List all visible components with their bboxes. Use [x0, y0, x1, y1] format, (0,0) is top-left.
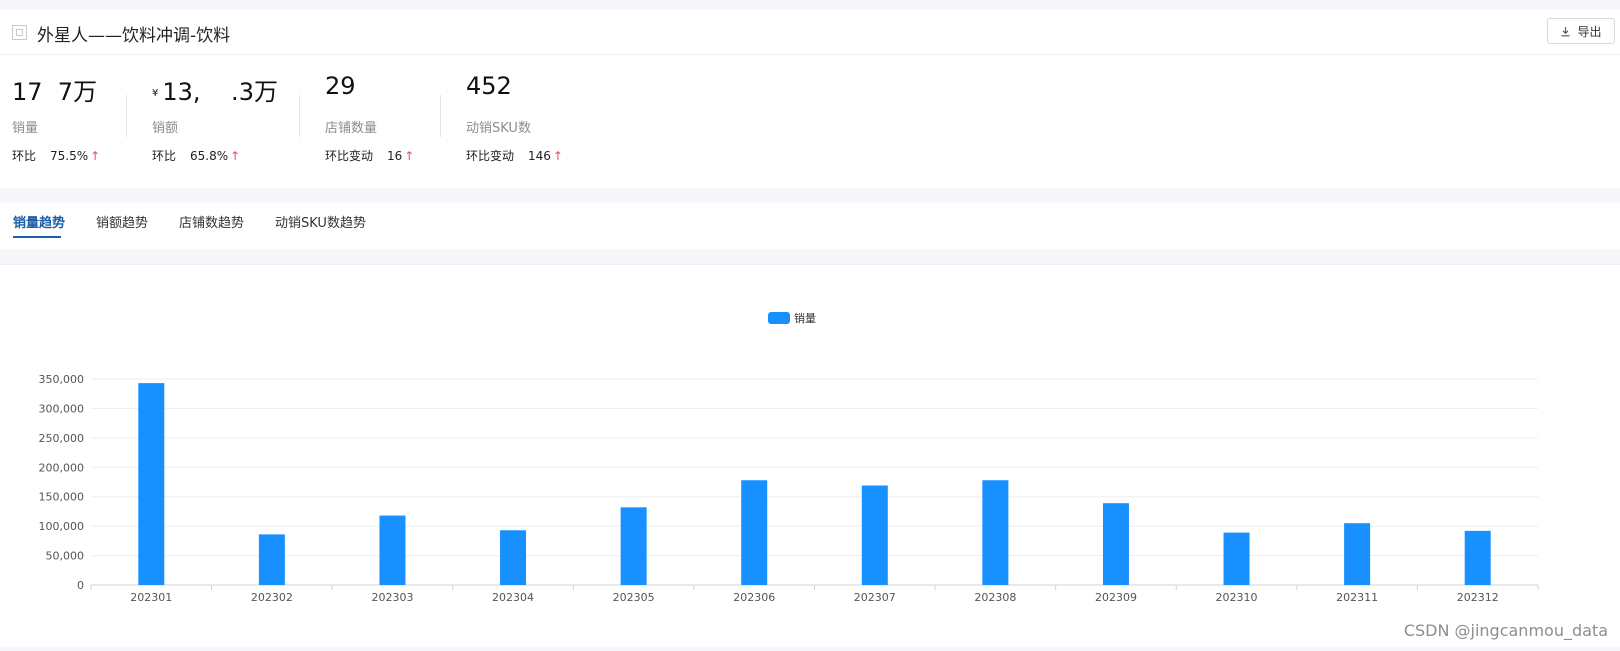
y-tick-label: 0 — [77, 579, 84, 592]
metric-change: 环比变动 16 ↑ — [325, 149, 415, 163]
arrow-up-icon: ↑ — [404, 149, 415, 163]
x-tick-label: 202302 — [251, 591, 293, 604]
sales-volume-bar-chart: 0 50,000 100,000 150,000 200,000 250,000 300,0… — [39, 311, 1539, 604]
watermark: CSDN @jingcanmou_data — [1403, 621, 1608, 640]
divider — [299, 95, 300, 137]
divider — [440, 95, 441, 137]
export-button[interactable]: 导出 — [1547, 18, 1615, 44]
bar — [379, 515, 406, 585]
export-label: 导出 — [1577, 24, 1602, 39]
tab-active-sku-trend[interactable]: 动销SKU数趋势 — [275, 212, 366, 231]
trend-tabs: 销量趋势 销额趋势 店铺数趋势 动销SKU数趋势 — [0, 203, 1620, 249]
legend-swatch — [768, 312, 790, 324]
x-tick-label: 202306 — [733, 591, 775, 604]
bar — [138, 383, 165, 585]
arrow-up-icon: ↑ — [230, 149, 241, 163]
metric-value: 29 — [325, 72, 356, 100]
x-tick-label: 202305 — [613, 591, 655, 604]
x-tick-label: 202301 — [130, 591, 172, 604]
x-tick-label: 202311 — [1336, 591, 1378, 604]
y-tick-label: 350,000 — [39, 373, 85, 386]
bar — [1344, 523, 1371, 585]
bar — [1464, 530, 1491, 585]
y-tick-label: 50,000 — [46, 550, 85, 563]
x-tick-label: 202308 — [974, 591, 1016, 604]
bar — [1102, 503, 1129, 585]
x-tick-label: 202310 — [1216, 591, 1258, 604]
metric-value: ¥13, .3万 — [152, 78, 278, 106]
chart-card: 0 50,000 100,000 150,000 200,000 250,000 300,0… — [0, 264, 1620, 647]
bar — [258, 534, 285, 585]
arrow-up-icon: ↑ — [90, 149, 101, 163]
category-icon — [12, 25, 27, 40]
tab-store-count-trend[interactable]: 店铺数趋势 — [179, 212, 244, 231]
y-tick-label: 300,000 — [39, 402, 85, 415]
bar — [620, 507, 647, 585]
bar — [1223, 532, 1250, 585]
bar — [861, 485, 888, 585]
page-title: 外星人——饮料冲调-饮料 — [37, 26, 231, 46]
metric-value: 452 — [466, 72, 512, 100]
metric-label: 店铺数量 — [325, 121, 378, 136]
metric-change: 环比 75.5% ↑ — [12, 149, 101, 163]
active-tab-indicator — [13, 236, 61, 238]
divider — [126, 95, 127, 137]
arrow-up-icon: ↑ — [552, 149, 563, 163]
x-tick-label: 202312 — [1457, 591, 1499, 604]
bar — [741, 480, 768, 585]
y-tick-label: 100,000 — [39, 520, 85, 533]
x-tick-label: 202303 — [371, 591, 413, 604]
tab-sales-volume-trend[interactable]: 销量趋势 — [13, 212, 65, 231]
y-tick-label: 150,000 — [39, 491, 85, 504]
metric-change: 环比 65.8% ↑ — [152, 149, 241, 163]
tab-sales-amount-trend[interactable]: 销额趋势 — [96, 212, 148, 231]
x-tick-label: 202307 — [854, 591, 896, 604]
metric-value: 17 7万 — [12, 78, 98, 106]
y-tick-label: 250,000 — [39, 432, 85, 445]
metric-change: 环比变动 146 ↑ — [466, 149, 563, 163]
download-icon — [1561, 26, 1570, 36]
x-tick-label: 202304 — [492, 591, 534, 604]
bar — [982, 480, 1009, 585]
y-tick-label: 200,000 — [39, 461, 85, 474]
currency-symbol: ¥ — [152, 87, 159, 99]
legend-label: 销量 — [794, 311, 816, 325]
x-tick-label: 202309 — [1095, 591, 1137, 604]
metric-label: 销量 — [12, 121, 39, 136]
page-header: 外星人——饮料冲调-饮料 导出 — [0, 10, 1620, 55]
metric-label: 动销SKU数 — [466, 121, 531, 136]
metric-label: 销额 — [152, 121, 179, 136]
metrics-panel: 17 7万 销量 环比 75.5% ↑ ¥13, .3万 销额 环比 65.8% ↑ 2… — [0, 55, 1620, 188]
bar — [500, 530, 527, 585]
